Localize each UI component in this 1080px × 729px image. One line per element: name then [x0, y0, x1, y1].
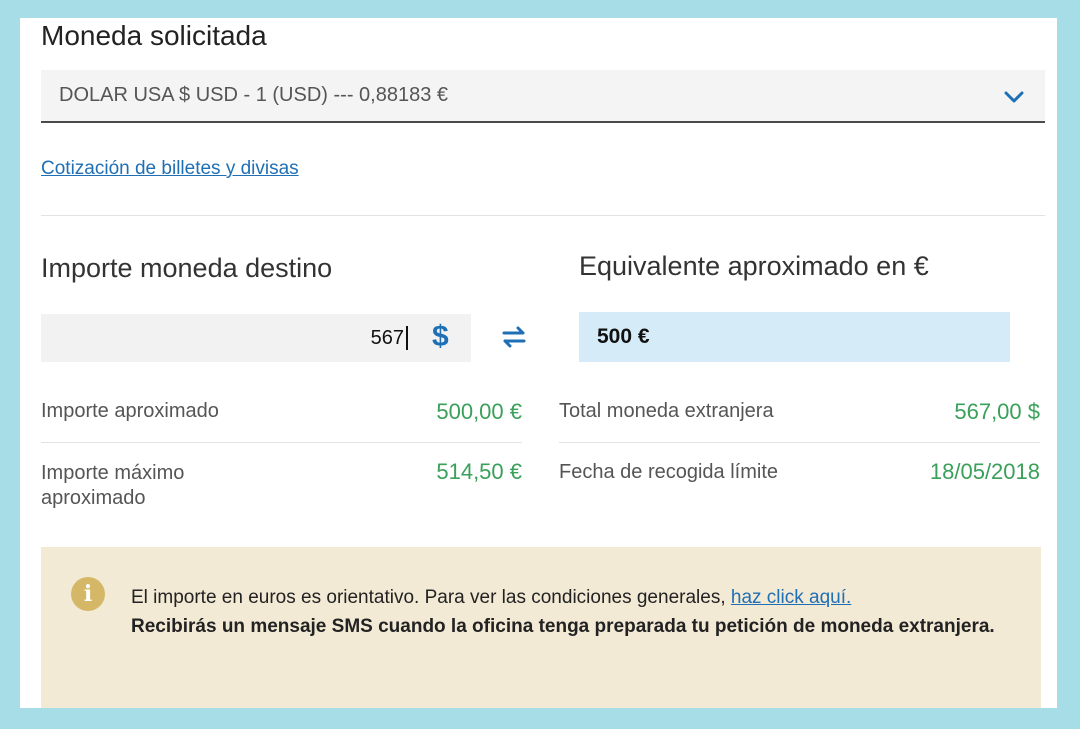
- frame-right: [1057, 0, 1080, 729]
- summary-label: Importe aproximado: [41, 400, 219, 422]
- summary-value: 18/05/2018: [929, 459, 1040, 484]
- amount-input-value-wrap: 567: [371, 326, 408, 350]
- equivalent-heading: Equivalente aproximado en €: [579, 251, 929, 281]
- summary-divider: [41, 442, 522, 443]
- summary-label: Fecha de recogida límite: [559, 461, 779, 483]
- text-caret: [406, 326, 408, 350]
- summary-value: 567,00 $: [954, 399, 1040, 424]
- currency-select[interactable]: DOLAR USA $ USD - 1 (USD) --- 0,88183 €: [41, 70, 1045, 123]
- info-icon: i: [71, 577, 105, 611]
- summary-divider: [559, 442, 1040, 443]
- currency-order-panel: Moneda solicitada DOLAR USA $ USD - 1 (U…: [20, 18, 1057, 708]
- dollar-currency-icon: $: [432, 320, 449, 353]
- amount-heading: Importe moneda destino: [41, 253, 333, 283]
- frame-left: [0, 0, 20, 729]
- info-notice: i El importe en euros es orientativo. Pa…: [41, 547, 1041, 708]
- amount-input-value: 567: [370, 326, 404, 349]
- chevron-down-icon: [1004, 91, 1024, 103]
- currency-select-value: DOLAR USA $ USD - 1 (USD) --- 0,88183 €: [59, 84, 449, 106]
- conditions-link[interactable]: haz click aquí.: [731, 587, 851, 608]
- page-title: Moneda solicitada: [41, 20, 267, 51]
- notice-text-block: El importe en euros es orientativo. Para…: [131, 583, 1011, 641]
- equivalent-value: 500 €: [597, 325, 650, 348]
- amount-input[interactable]: 567 $: [41, 314, 471, 362]
- divider: [41, 215, 1045, 216]
- summary-label: Importe máximo aproximado: [41, 462, 185, 509]
- summary-value: 500,00 €: [436, 399, 522, 424]
- frame-bottom: [0, 707, 1080, 729]
- notice-bold-text: Recibirás un mensaje SMS cuando la ofici…: [131, 616, 995, 637]
- summary-value: 514,50 €: [436, 459, 522, 484]
- quotes-link[interactable]: Cotización de billetes y divisas: [41, 158, 299, 180]
- notice-text: El importe en euros es orientativo. Para…: [131, 587, 726, 608]
- swap-arrows-icon[interactable]: [499, 322, 529, 352]
- equivalent-output: 500 €: [579, 312, 1010, 362]
- summary-label: Total moneda extranjera: [559, 400, 774, 422]
